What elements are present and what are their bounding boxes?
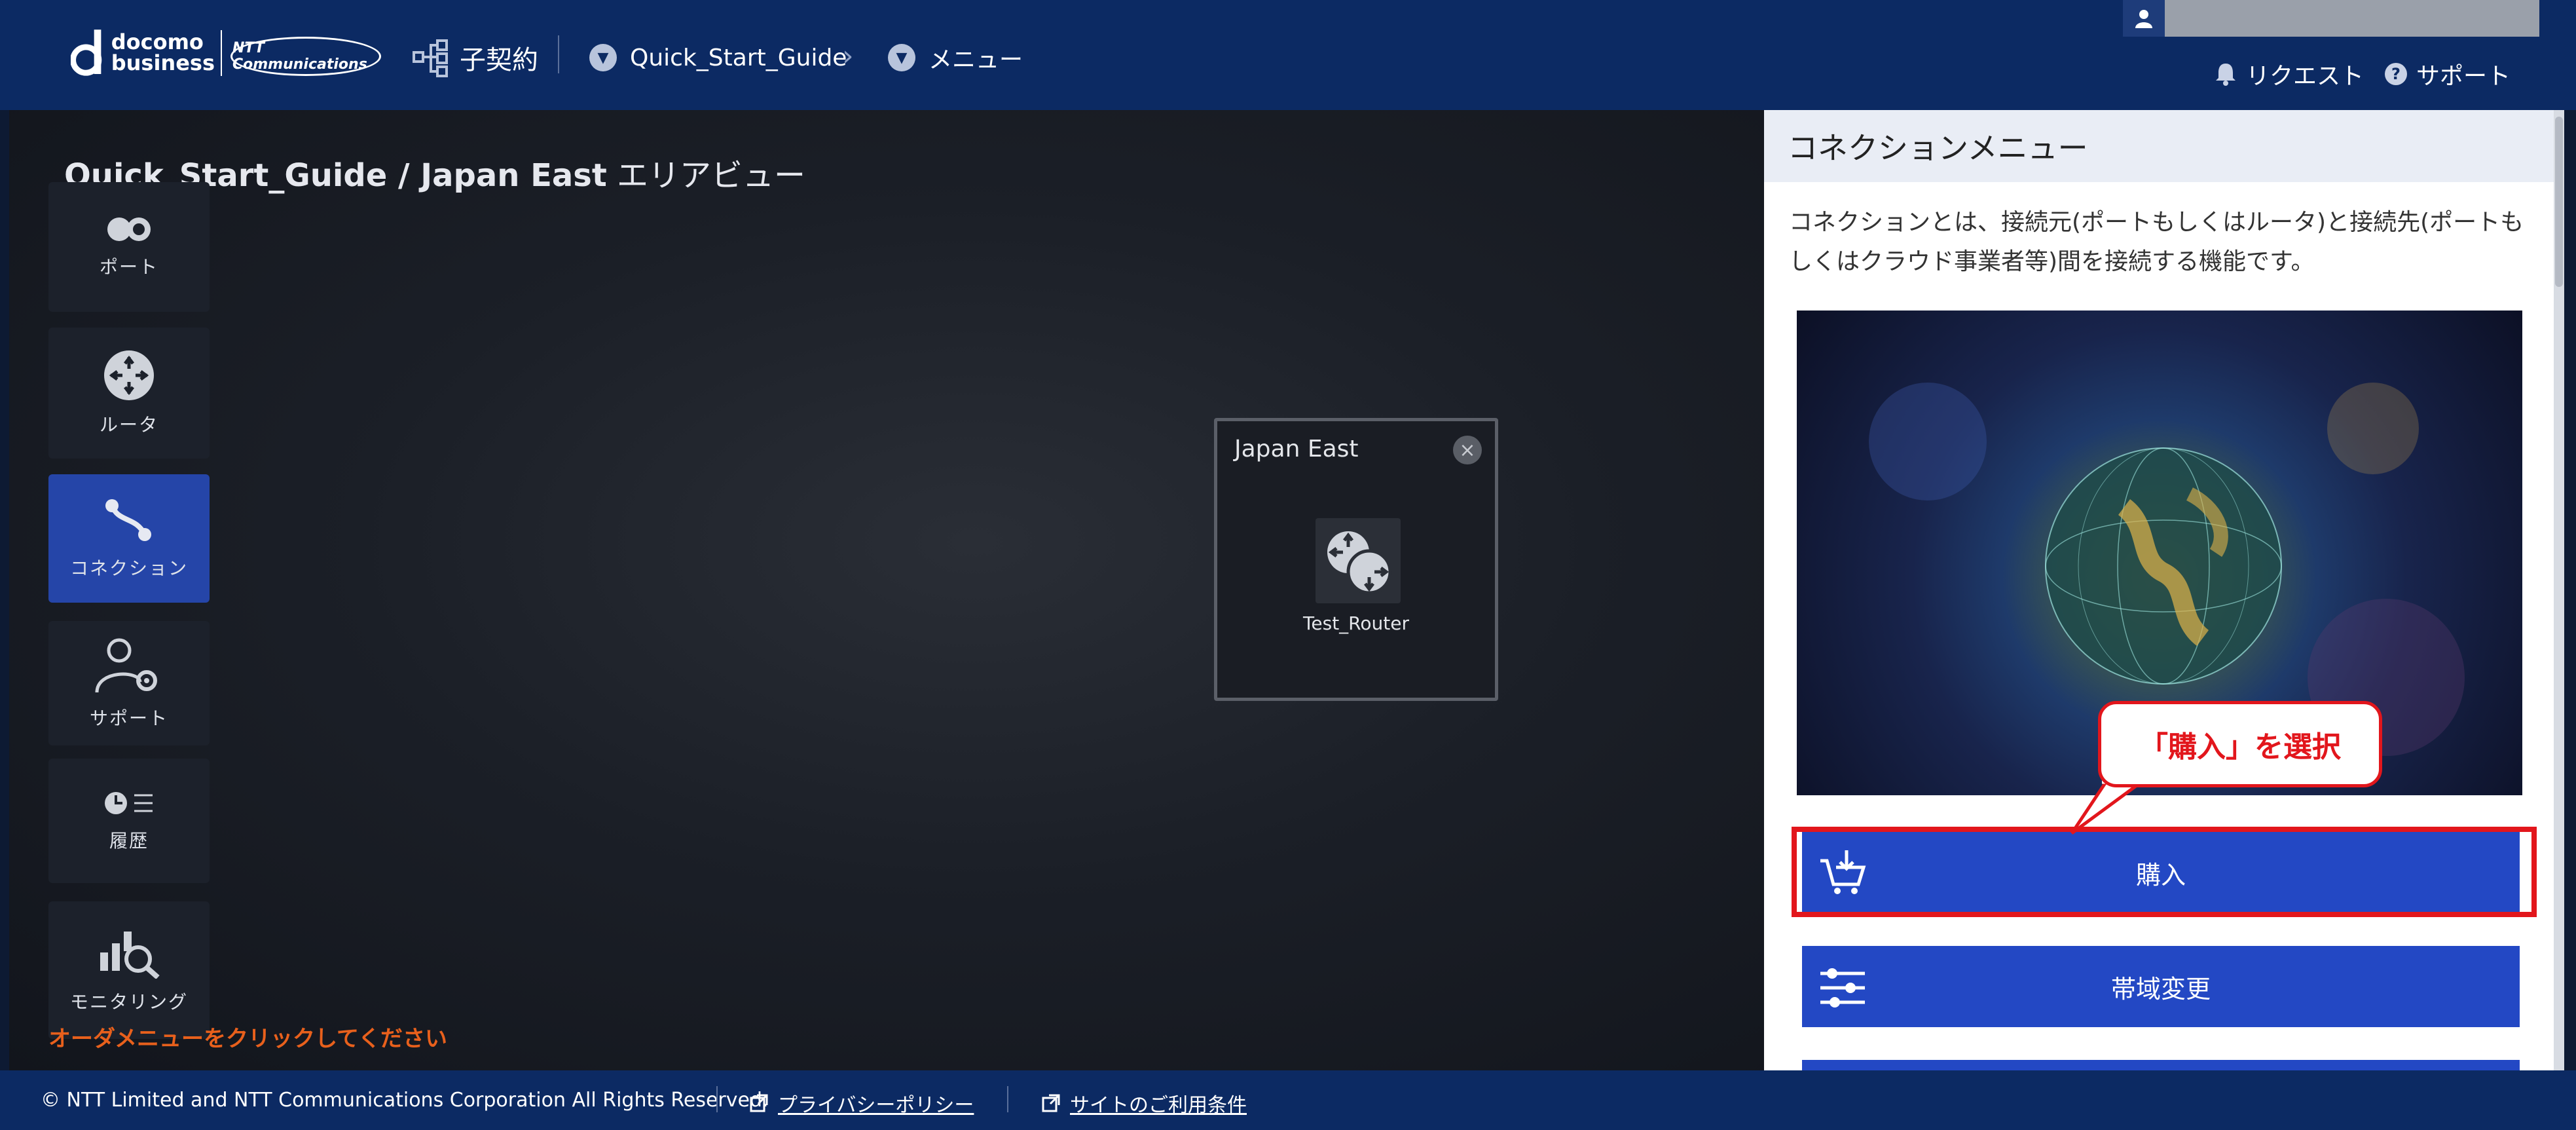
user-account[interactable] <box>2123 0 2539 37</box>
breadcrumb-label: Quick_Start_Guide <box>630 44 847 71</box>
logo-business-text: business <box>111 50 215 75</box>
support-label: サポート <box>2416 63 2511 90</box>
privacy-policy-label[interactable]: プライバシーポリシー <box>778 1089 974 1118</box>
request-label: リクエスト <box>2246 63 2364 90</box>
router-name: Test_Router <box>1303 612 1409 634</box>
sidebar-item-support[interactable]: サポート <box>48 621 210 745</box>
breadcrumb-label: メニュー <box>929 47 1023 73</box>
order-menu-hint: オーダメニューをクリックしてください <box>48 1026 447 1052</box>
bandwidth-change-button[interactable]: 帯域変更 <box>1802 946 2520 1027</box>
scrollbar-thumb[interactable] <box>2555 117 2563 287</box>
panel-scrollbar[interactable] <box>2554 110 2564 1070</box>
external-link-icon <box>1042 1094 1060 1112</box>
router-icon <box>1327 531 1392 595</box>
sidebar-item-router[interactable]: ルータ <box>48 328 210 459</box>
breadcrumb-chevron-icon: › <box>842 39 854 73</box>
sidebar-item-label: 履歴 <box>109 830 149 852</box>
panel-description: コネクションとは、接続元(ポートもしくはルータ)と接続先(ポートもしくはクラウド… <box>1789 209 2524 275</box>
sidebar-item-label: モニタリング <box>69 991 188 1013</box>
support-link[interactable]: ? サポート <box>2383 58 2511 90</box>
copyright: © NTT Limited and NTT Communications Cor… <box>41 1089 769 1112</box>
port-icon <box>107 217 151 241</box>
app-footer: © NTT Limited and NTT Communications Cor… <box>0 1070 2576 1130</box>
help-icon: ? <box>2383 62 2408 86</box>
docomo-business-logo[interactable]: docomo business <box>71 26 215 79</box>
router-icon <box>104 350 154 400</box>
connection-icon <box>105 499 151 541</box>
breadcrumb-quick-start-guide[interactable]: ▼ Quick_Start_Guide <box>589 37 847 79</box>
sub-contract-nav[interactable]: 子契約 <box>411 37 538 79</box>
sidebar-item-label: ポート <box>99 256 158 278</box>
next-menu-button[interactable] <box>1802 1060 2520 1070</box>
logo-divider <box>221 30 222 76</box>
support-user-icon <box>95 638 157 693</box>
bell-icon <box>2213 62 2238 86</box>
sidebar-item-monitoring[interactable]: モニタリング <box>48 901 210 1039</box>
footer-divider <box>1007 1086 1008 1112</box>
area-view-canvas[interactable]: Quick_Start_Guide / Japan East エリアビュー ポー… <box>9 110 1764 1070</box>
ntt-communications-logo: NTT Communications <box>230 37 381 76</box>
sidebar-item-label: ルータ <box>99 414 158 436</box>
terms-of-use-label[interactable]: サイトのご利用条件 <box>1070 1089 1247 1118</box>
footer-divider <box>716 1086 718 1112</box>
sidebar-item-label: サポート <box>89 707 168 729</box>
chevron-down-icon: ▼ <box>589 44 617 71</box>
user-icon <box>2123 0 2165 37</box>
request-link[interactable]: リクエスト <box>2213 58 2364 90</box>
history-icon <box>105 792 153 814</box>
area-name: Japan East <box>1234 436 1359 462</box>
privacy-policy-link[interactable]: プライバシーポリシー <box>749 1089 974 1118</box>
nav-divider <box>558 35 559 73</box>
hierarchy-icon <box>413 39 448 77</box>
bandwidth-change-label: 帯域変更 <box>2110 974 2211 1004</box>
sliders-icon <box>1820 968 1865 1008</box>
sidebar-item-label: コネクション <box>69 557 188 579</box>
close-icon[interactable]: × <box>1453 436 1482 464</box>
select-purchase-callout: 「購入」を選択 <box>2098 701 2382 787</box>
purchase-highlight-frame <box>1792 827 2537 917</box>
router-node[interactable] <box>1316 518 1401 603</box>
app-header: docomo business NTT Communications 子契約 ▼… <box>0 0 2576 110</box>
sidebar-item-history[interactable]: 履歴 <box>48 759 210 883</box>
sub-contract-label: 子契約 <box>460 45 538 75</box>
user-name-field <box>2165 0 2539 37</box>
sidebar-item-port[interactable]: ポート <box>48 182 210 312</box>
docomo-d-icon <box>71 29 102 76</box>
svg-text:?: ? <box>2391 65 2401 83</box>
logo-docomo-text: docomo <box>111 29 204 54</box>
terms-of-use-link[interactable]: サイトのご利用条件 <box>1041 1089 1247 1118</box>
connection-menu-panel: コネクションメニュー コネクションとは、接続元(ポートもしくはルータ)と接続先(… <box>1764 110 2564 1070</box>
area-japan-east[interactable]: Japan East × Test_Router <box>1214 418 1498 701</box>
callout-pointer <box>2070 780 2146 835</box>
monitoring-icon <box>100 932 160 979</box>
external-link-icon <box>750 1094 768 1112</box>
breadcrumb-menu[interactable]: ▼ メニュー <box>888 37 1023 79</box>
panel-title: コネクションメニュー <box>1764 110 2554 182</box>
sidebar-item-connection[interactable]: コネクション <box>48 474 210 603</box>
chevron-down-icon: ▼ <box>888 44 915 71</box>
